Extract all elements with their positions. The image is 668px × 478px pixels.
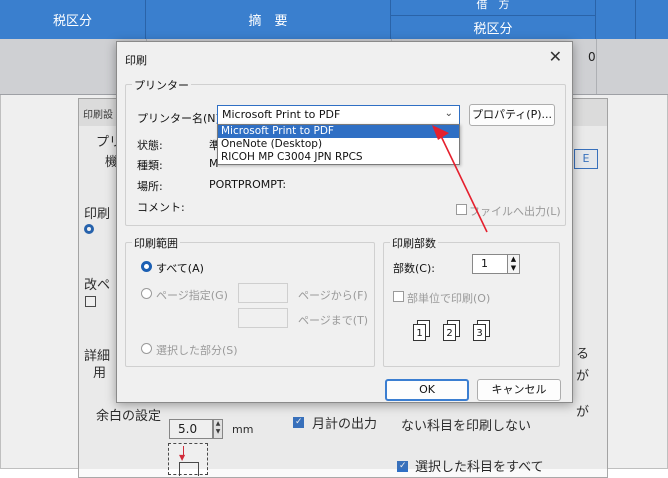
printer-select-value: Microsoft Print to PDF [222, 108, 341, 121]
print-to-file-checkbox[interactable] [456, 204, 467, 215]
printer-option[interactable]: RICOH MP C3004 JPN RPCS [218, 151, 459, 164]
properties-button[interactable]: プロパティ(P)... [469, 104, 555, 126]
settings-right-text2: が [576, 369, 590, 384]
margin-input[interactable]: 5.0 [169, 419, 213, 439]
printer-select[interactable]: Microsoft Print to PDF ⌄ [217, 105, 460, 125]
close-icon[interactable]: ✕ [549, 47, 562, 66]
ok-button[interactable]: OK [385, 379, 469, 401]
print-dialog: 印刷 ✕ プリンター プリンター名(N): Microsoft Print to… [116, 41, 573, 403]
print-range-label: 印刷範囲 [132, 235, 180, 251]
settings-print-label: 印刷 [84, 207, 111, 222]
range-selection-label: 選択した部分(S) [156, 344, 238, 357]
range-all-label: すべて(A) [156, 262, 204, 275]
page-from-label: ページから(F) [298, 289, 368, 302]
print-to-file-label: ファイルへ出力(L) [469, 205, 561, 218]
comment-label: コメント: [137, 201, 185, 214]
no-print-label: ない科目を印刷しない [401, 419, 532, 434]
cancel-button[interactable]: キャンセル [477, 379, 561, 401]
printer-option[interactable]: Microsoft Print to PDF [218, 125, 459, 138]
type-label: 種類: [137, 159, 163, 172]
dialog-title: 印刷 [125, 54, 147, 67]
range-pages-radio[interactable] [141, 288, 152, 299]
range-all-radio[interactable] [141, 261, 152, 272]
location-value: PORTPROMPT: [209, 178, 287, 191]
monthly-total-checkbox[interactable] [293, 417, 304, 428]
settings-page-break-label: 改ペ [84, 278, 111, 293]
settings-print-radio[interactable] [84, 224, 94, 234]
settings-change-button[interactable]: E [574, 149, 598, 169]
margin-unit: mm [232, 423, 254, 436]
location-label: 場所: [137, 180, 163, 193]
page-to-input[interactable] [238, 308, 288, 328]
status-label: 状態: [137, 139, 163, 152]
copies-label: 部数(C): [393, 262, 435, 275]
collate-checkbox[interactable] [393, 291, 404, 302]
header-debit: 借 方 税区分 [391, 0, 596, 39]
header-extra [596, 0, 636, 39]
copies-spinner[interactable]: ▲ ▼ [507, 254, 520, 274]
copies-group-label: 印刷部数 [390, 235, 438, 251]
header-description: 摘 要 [146, 0, 391, 39]
header-tax-category: 税区分 [0, 0, 146, 39]
page-from-input[interactable] [238, 283, 288, 303]
printer-option[interactable]: OneNote (Desktop) [218, 138, 459, 151]
settings-right-text3: が [576, 405, 590, 420]
collate-label: 部単位で印刷(O) [407, 292, 491, 305]
range-pages-label: ページ指定(G) [156, 289, 228, 302]
page-to-label: ページまで(T) [298, 314, 369, 327]
table-header: 税区分 摘 要 借 方 税区分 [0, 0, 668, 39]
select-all-checkbox[interactable] [397, 461, 408, 472]
monthly-total-label: 月計の出力 [312, 417, 378, 432]
range-selection-radio[interactable] [141, 343, 152, 354]
header-debit-tax: 税区分 [473, 21, 513, 37]
settings-detail-label2: 用 [93, 366, 107, 381]
printer-dropdown-list[interactable]: Microsoft Print to PDF OneNote (Desktop)… [217, 124, 460, 165]
margin-spinner[interactable]: ▲ ▼ [213, 419, 223, 439]
settings-page-break-checkbox[interactable] [85, 296, 96, 307]
header-debit-label: 借 方 [476, 0, 510, 11]
printer-name-label: プリンター名(N): [137, 112, 224, 125]
printer-group-label: プリンター [132, 77, 191, 93]
settings-right-text1: る [576, 347, 590, 362]
row-value: 0 [588, 50, 596, 64]
chevron-down-icon: ⌄ [444, 108, 453, 119]
settings-margin-label: 余白の設定 [96, 409, 162, 424]
select-all-label: 選択した科目をすべて [415, 460, 544, 475]
margin-diagram: ▼ [168, 443, 208, 476]
